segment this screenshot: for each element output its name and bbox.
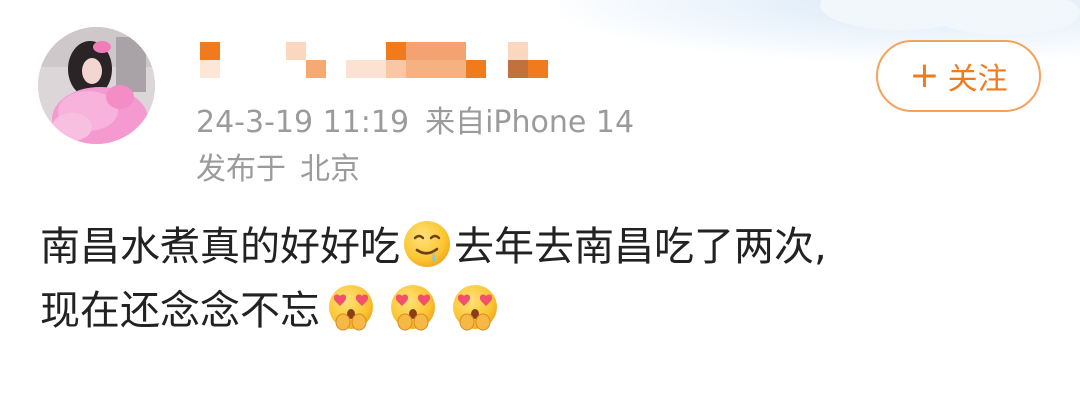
location-name[interactable]: 北京 xyxy=(300,152,360,187)
redaction-mosaic xyxy=(346,60,386,78)
redaction-mosaic xyxy=(200,60,220,78)
post-text-line-1: 南昌水煮真的好好吃 去年去南昌吃了两次, xyxy=(40,215,1050,279)
heart-eyes-hands-emoji xyxy=(453,285,497,331)
post-text-part: 现在还念念不忘 xyxy=(40,288,320,334)
post-content: 南昌水煮真的好好吃 去年去南昌吃了两次, 现在还念念不忘 xyxy=(40,215,1050,343)
redaction-mosaic xyxy=(386,60,406,78)
redaction-mosaic xyxy=(386,42,406,60)
heart-eyes-hands-emoji xyxy=(391,285,435,331)
cloud-decoration xyxy=(930,0,1080,35)
redaction-mosaic xyxy=(508,60,528,78)
avatar-image xyxy=(38,27,155,144)
redaction-mosaic xyxy=(306,60,326,78)
post-text-part: 去年去南昌吃了两次, xyxy=(454,224,827,270)
post-timestamp: 24-3-19 11:19 xyxy=(196,105,410,140)
follow-button[interactable]: + 关注 xyxy=(876,40,1041,112)
location-prefix: 发布于 xyxy=(196,152,286,187)
post-location: 发布于 北京 xyxy=(196,150,360,190)
follow-button-label: 关注 xyxy=(947,62,1008,97)
post-source: 来自iPhone 14 xyxy=(425,105,635,140)
redaction-mosaic xyxy=(466,60,486,78)
redaction-mosaic xyxy=(286,42,306,60)
weibo-post-card: 24-3-19 11:19 来自iPhone 14 发布于 北京 + 关注 南昌水煮… xyxy=(0,0,1080,404)
post-meta: 24-3-19 11:19 来自iPhone 14 xyxy=(196,103,650,143)
cloud-decoration xyxy=(820,0,980,30)
post-text-part: 南昌水煮真的好好吃 xyxy=(40,224,400,270)
redaction-mosaic xyxy=(406,42,466,60)
redaction-mosaic xyxy=(200,42,220,60)
username-redacted[interactable] xyxy=(196,40,556,86)
redaction-mosaic xyxy=(406,60,466,78)
redaction-mosaic xyxy=(508,42,528,60)
redaction-mosaic xyxy=(528,60,548,78)
plus-icon: + xyxy=(909,55,940,96)
avatar[interactable] xyxy=(38,27,155,144)
drooling-face-emoji xyxy=(404,221,450,267)
heart-eyes-hands-emoji xyxy=(329,285,373,331)
post-text-line-2: 现在还念念不忘 xyxy=(40,279,1050,343)
